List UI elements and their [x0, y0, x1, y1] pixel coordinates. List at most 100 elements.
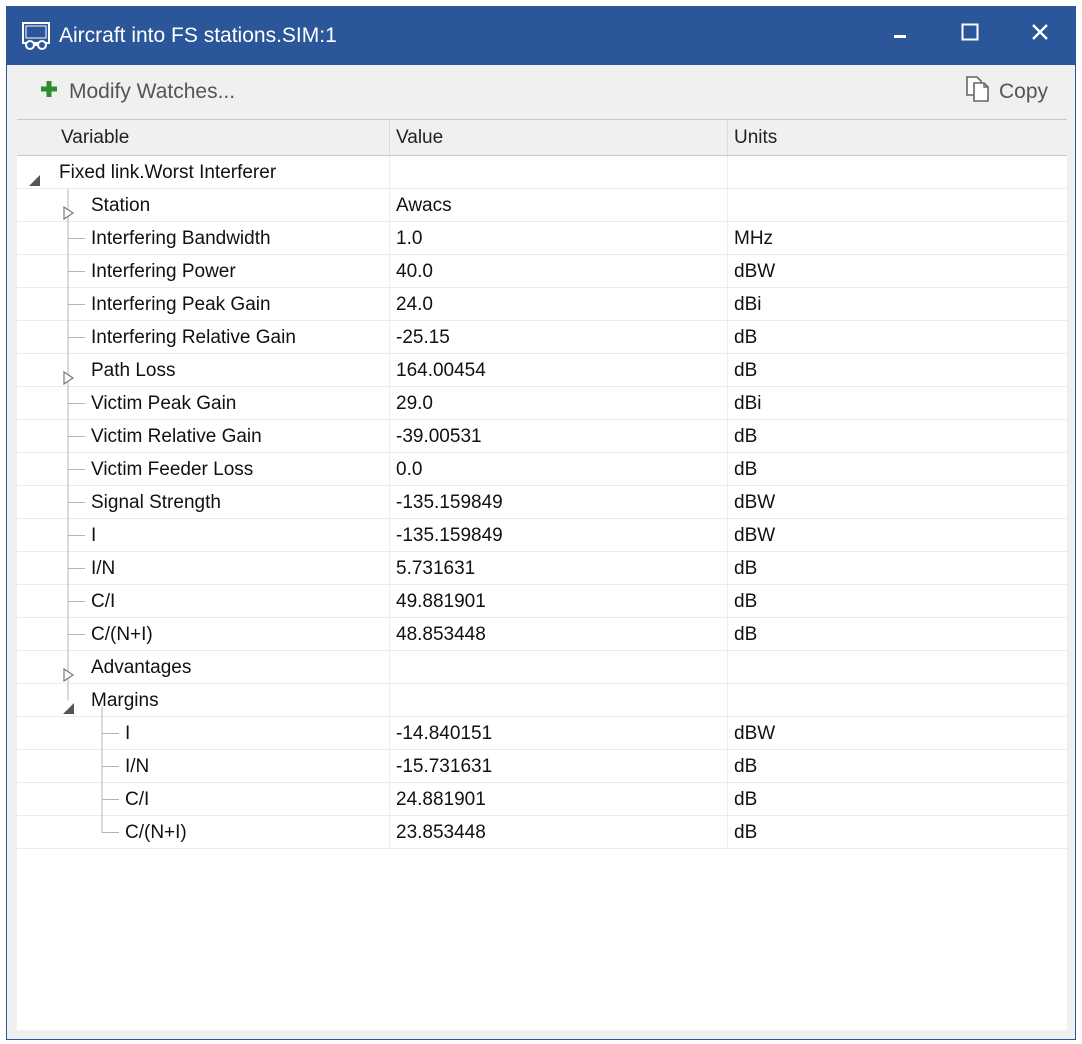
variable-cell: Victim Peak Gain	[17, 387, 389, 420]
tree-row[interactable]: I -14.840151 dBW	[17, 717, 1067, 750]
value-cell: 24.0	[389, 288, 727, 321]
units-cell	[727, 189, 1067, 222]
watch-window: Aircraft into FS stations.SIM:1 Modify W…	[6, 6, 1076, 1040]
expand-triangle-icon[interactable]	[61, 198, 75, 221]
toolbar: Modify Watches... Copy	[7, 65, 1075, 121]
tree-row[interactable]: Margins	[17, 684, 1067, 717]
value-cell: Awacs	[389, 189, 727, 222]
tree-lines	[67, 552, 85, 585]
tree-row[interactable]: Interfering Relative Gain -25.15 dB	[17, 321, 1067, 354]
copy-button[interactable]: Copy	[965, 75, 1048, 109]
variable-label: Interfering Peak Gain	[91, 294, 271, 315]
variable-cell: I/N	[17, 750, 389, 783]
variable-cell: C/(N+I)	[17, 816, 389, 849]
value-cell	[389, 651, 727, 684]
variable-label: C/I	[91, 591, 116, 612]
value-cell: 29.0	[389, 387, 727, 420]
tree-row[interactable]: I/N -15.731631 dB	[17, 750, 1067, 783]
value-cell: 0.0	[389, 453, 727, 486]
collapse-triangle-icon[interactable]	[27, 165, 41, 186]
copy-label: Copy	[999, 80, 1049, 103]
variable-label: Fixed link.Worst Interferer	[59, 162, 277, 183]
variable-label: Victim Feeder Loss	[91, 459, 254, 480]
maximize-button[interactable]	[935, 7, 1005, 57]
tree-row[interactable]: I -135.159849 dBW	[17, 519, 1067, 552]
tree-row[interactable]: Victim Feeder Loss 0.0 dB	[17, 453, 1067, 486]
variable-label: Advantages	[91, 657, 192, 678]
variable-cell: C/I	[17, 585, 389, 618]
units-cell: MHz	[727, 222, 1067, 255]
tree-row[interactable]: Victim Peak Gain 29.0 dBi	[17, 387, 1067, 420]
units-cell: dB	[727, 420, 1067, 453]
value-cell: 49.881901	[389, 585, 727, 618]
tree-row[interactable]: C/(N+I) 48.853448 dB	[17, 618, 1067, 651]
units-cell: dBi	[727, 288, 1067, 321]
value-cell: 1.0	[389, 222, 727, 255]
column-header-value[interactable]: Value	[389, 120, 727, 155]
units-cell: dB	[727, 783, 1067, 816]
units-cell	[727, 684, 1067, 717]
variable-cell: Advantages	[17, 651, 389, 684]
tree-row[interactable]: Fixed link.Worst Interferer	[17, 156, 1067, 189]
units-cell: dB	[727, 354, 1067, 387]
units-cell: dB	[727, 618, 1067, 651]
tree-row[interactable]: C/I 24.881901 dB	[17, 783, 1067, 816]
value-cell: -25.15	[389, 321, 727, 354]
title-bar[interactable]: Aircraft into FS stations.SIM:1	[7, 7, 1075, 65]
modify-watches-button[interactable]: Modify Watches...	[39, 75, 235, 109]
tree-lines	[67, 585, 85, 618]
value-cell: -15.731631	[389, 750, 727, 783]
minimize-button[interactable]	[865, 7, 935, 57]
variable-label: Station	[91, 195, 151, 216]
tree-row[interactable]: Interfering Peak Gain 24.0 dBi	[17, 288, 1067, 321]
expand-triangle-icon[interactable]	[61, 363, 75, 386]
units-cell: dB	[727, 321, 1067, 354]
variable-label: I/N	[91, 558, 116, 579]
expand-triangle-icon[interactable]	[61, 660, 75, 683]
tree-row[interactable]: Victim Relative Gain -39.00531 dB	[17, 420, 1067, 453]
variable-label: Path Loss	[91, 360, 176, 381]
variable-cell: Interfering Peak Gain	[17, 288, 389, 321]
variable-cell: C/(N+I)	[17, 618, 389, 651]
variable-cell: I/N	[17, 552, 389, 585]
units-cell: dBW	[727, 717, 1067, 750]
variable-label: I	[125, 723, 131, 744]
variable-cell: Interfering Relative Gain	[17, 321, 389, 354]
units-cell: dB	[727, 750, 1067, 783]
variable-cell: Victim Relative Gain	[17, 420, 389, 453]
column-header-units[interactable]: Units	[727, 120, 1067, 155]
variable-label: I/N	[125, 756, 150, 777]
plus-icon	[39, 79, 59, 105]
maximize-icon	[961, 23, 979, 41]
tree-row[interactable]: I/N 5.731631 dB	[17, 552, 1067, 585]
tree-row[interactable]: Advantages	[17, 651, 1067, 684]
tree-row[interactable]: C/(N+I) 23.853448 dB	[17, 816, 1067, 849]
tree-lines	[101, 783, 119, 816]
tree-row[interactable]: Signal Strength -135.159849 dBW	[17, 486, 1067, 519]
units-cell	[727, 651, 1067, 684]
close-button[interactable]	[1005, 7, 1075, 57]
variable-label: Interfering Power	[91, 261, 236, 282]
tree-row[interactable]: Interfering Power 40.0 dBW	[17, 255, 1067, 288]
column-header-variable[interactable]: Variable	[17, 120, 389, 155]
units-cell: dB	[727, 585, 1067, 618]
variable-label: C/(N+I)	[125, 822, 187, 843]
variable-cell: Path Loss	[17, 354, 389, 387]
tree-lines	[101, 816, 119, 833]
modify-watches-label: Modify Watches...	[69, 80, 236, 103]
value-cell: 40.0	[389, 255, 727, 288]
collapse-triangle-icon[interactable]	[61, 693, 75, 714]
units-cell: dB	[727, 453, 1067, 486]
value-cell: -135.159849	[389, 519, 727, 552]
value-cell: 23.853448	[389, 816, 727, 849]
tree-row[interactable]: Interfering Bandwidth 1.0 MHz	[17, 222, 1067, 255]
value-cell: -14.840151	[389, 717, 727, 750]
value-cell: 48.853448	[389, 618, 727, 651]
tree-row[interactable]: Path Loss 164.00454 dB	[17, 354, 1067, 387]
window-title: Aircraft into FS stations.SIM:1	[59, 24, 337, 47]
units-cell: dBi	[727, 387, 1067, 420]
tree-row[interactable]: C/I 49.881901 dB	[17, 585, 1067, 618]
watch-grid: Variable Value Units Fixed link.Worst In…	[17, 119, 1067, 1030]
tree-row[interactable]: Station Awacs	[17, 189, 1067, 222]
value-cell: -39.00531	[389, 420, 727, 453]
